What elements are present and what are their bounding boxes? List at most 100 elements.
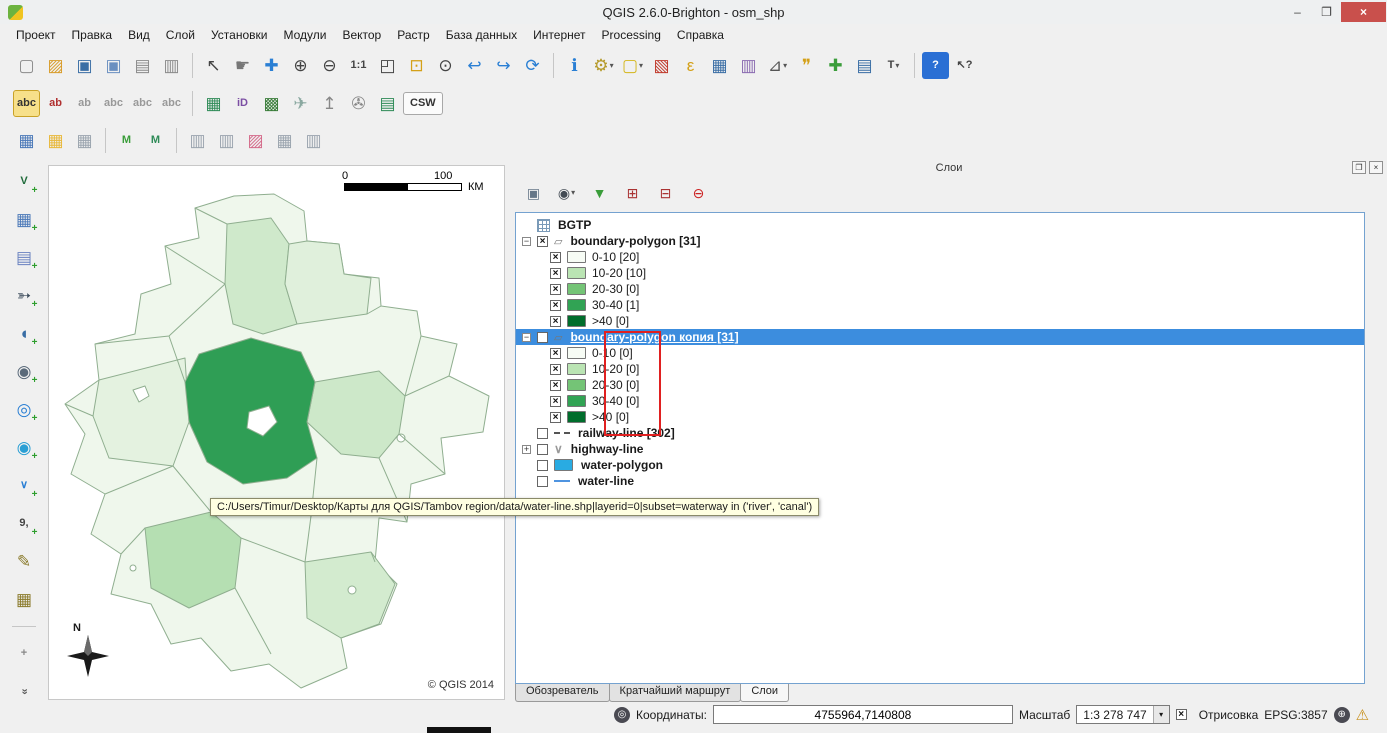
- dove-plugin-button[interactable]: ✈: [287, 90, 314, 117]
- touch-zoom-pan-button[interactable]: ↖: [200, 52, 227, 79]
- vector-merge-add-button[interactable]: M: [142, 127, 169, 154]
- save-project-as-button[interactable]: ▣: [100, 52, 127, 79]
- refresh-map-button[interactable]: ⟳: [519, 52, 546, 79]
- menu-plugins[interactable]: Модули: [275, 25, 334, 45]
- text-annotation-button[interactable]: T▾: [880, 52, 907, 79]
- layers-plugin-blue-button[interactable]: ▦: [13, 127, 40, 154]
- add-vector-layer-button[interactable]: V+: [11, 168, 38, 195]
- menu-vector[interactable]: Вектор: [334, 25, 389, 45]
- layer-row[interactable]: +∨highway-line: [516, 441, 1364, 457]
- layer-row[interactable]: BGTP: [516, 217, 1364, 233]
- legend-row[interactable]: ×10-20 [10]: [516, 265, 1364, 281]
- add-database-layer-button[interactable]: ▤+: [11, 244, 38, 271]
- composer-manager-button[interactable]: ▥: [158, 52, 185, 79]
- legend-checkbox[interactable]: ×: [550, 348, 561, 359]
- select-by-expression-button[interactable]: ε: [677, 52, 704, 79]
- panel-tab-shortest-route[interactable]: Кратчайший маршрут: [609, 684, 742, 702]
- legend-checkbox[interactable]: ×: [550, 380, 561, 391]
- hatch-plugin-button[interactable]: ▨: [242, 127, 269, 154]
- pan-to-selection-button[interactable]: ✚: [258, 52, 285, 79]
- select-features-dropdown-icon[interactable]: ▾: [639, 61, 643, 70]
- expander-minus-icon[interactable]: −: [522, 333, 531, 342]
- table-plugin-2-button[interactable]: ▥: [213, 127, 240, 154]
- zoom-native-button[interactable]: 1:1: [345, 52, 372, 79]
- open-attribute-table-button[interactable]: ▦: [706, 52, 733, 79]
- coordinates-input[interactable]: [713, 705, 1013, 724]
- measure-button[interactable]: ⊿▾: [764, 52, 791, 79]
- table-plugin-3-button[interactable]: ▦: [271, 127, 298, 154]
- add-wcs-layer-button[interactable]: ◉+: [11, 434, 38, 461]
- labeling-button[interactable]: abc: [13, 90, 40, 117]
- save-project-button[interactable]: ▣: [71, 52, 98, 79]
- show-hide-labels-button[interactable]: ab: [71, 90, 98, 117]
- zoom-last-button[interactable]: ↩: [461, 52, 488, 79]
- panel-tab-browser[interactable]: Обозреватель: [515, 684, 610, 702]
- layer-checkbox[interactable]: [537, 476, 548, 487]
- menu-database[interactable]: База данных: [438, 25, 525, 45]
- layers-plugin-gray-button[interactable]: ▦: [71, 127, 98, 154]
- vector-merge-button[interactable]: M: [113, 127, 140, 154]
- messages-warning-icon[interactable]: ⚠: [1356, 706, 1369, 724]
- open-project-button[interactable]: ▨: [42, 52, 69, 79]
- text-annotation-dropdown-icon[interactable]: ▾: [895, 61, 899, 70]
- legend-checkbox[interactable]: ×: [550, 364, 561, 375]
- collapse-all-button[interactable]: ⊟: [654, 181, 677, 204]
- legend-checkbox[interactable]: ×: [550, 284, 561, 295]
- layer-row[interactable]: water-polygon: [516, 457, 1364, 473]
- menu-layer[interactable]: Слой: [158, 25, 203, 45]
- db-manager-plugin-button[interactable]: ▤: [374, 90, 401, 117]
- layer-checkbox[interactable]: ×: [537, 236, 548, 247]
- epsg-label[interactable]: EPSG:3857: [1264, 708, 1327, 722]
- panel-tab-layers[interactable]: Слои: [740, 684, 789, 702]
- menu-processing[interactable]: Processing: [594, 25, 669, 45]
- legend-row[interactable]: ×30-40 [1]: [516, 297, 1364, 313]
- menu-settings[interactable]: Установки: [203, 25, 275, 45]
- add-delimited-text-layer-button[interactable]: 9,+: [11, 510, 38, 537]
- add-group-button[interactable]: ▣: [522, 181, 545, 204]
- new-shapefile-layer-button[interactable]: ✎: [11, 548, 38, 575]
- move-label-button[interactable]: ab: [42, 90, 69, 117]
- add-mssql-layer-button[interactable]: ◖+: [11, 320, 38, 347]
- new-bookmark-button[interactable]: ✚: [822, 52, 849, 79]
- select-features-button[interactable]: ▢▾: [619, 52, 646, 79]
- scale-combobox[interactable]: 1:3 278 747 ▾: [1076, 705, 1169, 724]
- maximize-button[interactable]: ❐: [1312, 2, 1341, 22]
- map-tips-button[interactable]: ❞: [793, 52, 820, 79]
- remove-layer-button[interactable]: ⊖: [687, 181, 710, 204]
- rotate-label-button[interactable]: abc: [129, 90, 156, 117]
- layer-checkbox[interactable]: [537, 428, 548, 439]
- zoom-full-extent-button[interactable]: ◰: [374, 52, 401, 79]
- run-feature-action-dropdown-icon[interactable]: ▾: [610, 61, 614, 70]
- filter-legend-button[interactable]: ▼: [588, 181, 611, 204]
- deselect-features-button[interactable]: ▧: [648, 52, 675, 79]
- add-oracle-layer-button[interactable]: ◉+: [11, 358, 38, 385]
- menu-help[interactable]: Справка: [669, 25, 732, 45]
- new-project-button[interactable]: ▢: [13, 52, 40, 79]
- layer-checkbox[interactable]: [537, 444, 548, 455]
- zoom-out-button[interactable]: ⊖: [316, 52, 343, 79]
- new-print-composer-button[interactable]: ▤: [129, 52, 156, 79]
- layer-row[interactable]: water-line: [516, 473, 1364, 489]
- dock-header[interactable]: Слои ❐ ×: [511, 160, 1387, 177]
- render-checkbox[interactable]: ×: [1176, 709, 1187, 720]
- table-plugin-1-button[interactable]: ▥: [184, 127, 211, 154]
- legend-checkbox[interactable]: ×: [550, 268, 561, 279]
- menu-project[interactable]: Проект: [8, 25, 64, 45]
- field-calculator-button[interactable]: ▥: [735, 52, 762, 79]
- osm-editor-plugin-button[interactable]: ▦: [200, 90, 227, 117]
- layer-row[interactable]: −×▱boundary-polygon [31]: [516, 233, 1364, 249]
- change-label-button[interactable]: abc: [158, 90, 185, 117]
- csw-search-button[interactable]: CSW: [403, 92, 443, 115]
- help-contents-button[interactable]: ?: [922, 52, 949, 79]
- key-plugin-button[interactable]: ✇: [345, 90, 372, 117]
- menu-raster[interactable]: Растр: [389, 25, 437, 45]
- add-spatialite-layer-button[interactable]: ➳+: [11, 282, 38, 309]
- add-wfs-layer-button[interactable]: ∨+: [11, 472, 38, 499]
- close-button[interactable]: ×: [1341, 2, 1386, 22]
- menu-edit[interactable]: Правка: [64, 25, 121, 45]
- table-plugin-4-button[interactable]: ▥: [300, 127, 327, 154]
- zoom-to-selection-button[interactable]: ⊡: [403, 52, 430, 79]
- legend-row[interactable]: ×0-10 [20]: [516, 249, 1364, 265]
- legend-checkbox[interactable]: ×: [550, 412, 561, 423]
- show-bookmarks-button[interactable]: ▤: [851, 52, 878, 79]
